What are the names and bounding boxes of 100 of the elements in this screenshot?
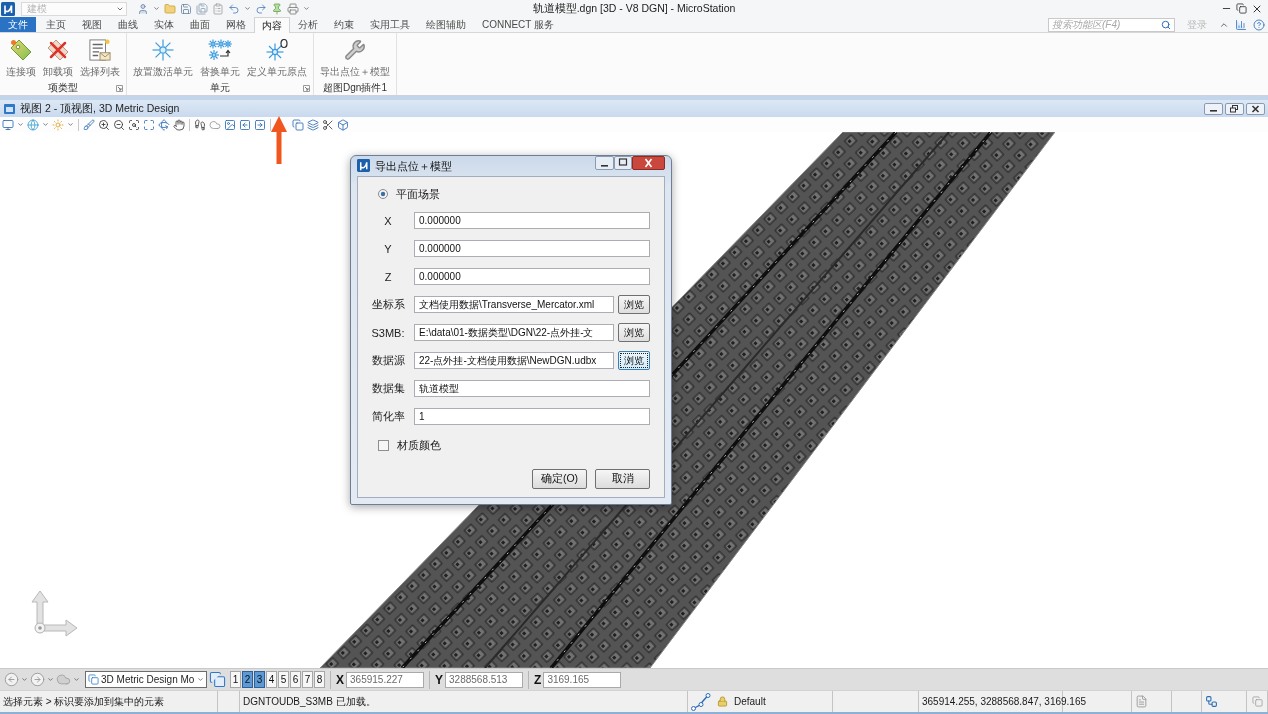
clipboard-icon[interactable] — [212, 2, 224, 15]
forward-icon[interactable] — [30, 672, 45, 687]
caret-icon[interactable] — [42, 121, 49, 128]
dialog-launcher-icon[interactable] — [303, 84, 310, 92]
view-number-button[interactable]: 4 — [266, 671, 277, 688]
windows-icon[interactable] — [209, 671, 226, 688]
rotate-icon[interactable] — [158, 118, 170, 131]
ribbon-tab[interactable]: 曲线 — [110, 17, 146, 32]
ribbon-tab[interactable]: 分析 — [290, 17, 326, 32]
copy-icon[interactable] — [1252, 696, 1263, 707]
ribbon-tab[interactable]: 实用工具 — [362, 17, 418, 32]
ribbon-tab[interactable]: 实体 — [146, 17, 182, 32]
redo-icon[interactable] — [255, 2, 267, 15]
text-field[interactable]: E:\data\01-数据类型\DGN\22-点外挂-文 — [414, 324, 614, 341]
ribbon-button[interactable]: 定义单元原点 — [244, 37, 310, 81]
arrow-left-icon[interactable] — [239, 118, 251, 131]
caret-icon[interactable] — [17, 121, 24, 128]
ribbon-button[interactable]: 卸载项 — [40, 37, 76, 81]
caret-icon[interactable] — [303, 5, 310, 12]
ribbon-button[interactable]: 选择列表 — [77, 37, 123, 81]
layers-icon[interactable] — [307, 118, 319, 131]
hand-icon[interactable] — [173, 118, 185, 131]
ribbon-tab[interactable]: CONNECT 服务 — [474, 17, 563, 32]
maximize-icon[interactable] — [614, 156, 632, 170]
text-field[interactable]: 轨道模型 — [414, 380, 650, 397]
ribbon-tab[interactable]: 网格 — [218, 17, 254, 32]
text-field[interactable]: 1 — [414, 408, 650, 425]
ribbon-button[interactable]: 替换单元 — [197, 37, 243, 81]
image-icon[interactable] — [224, 118, 236, 131]
ribbon-tab[interactable]: 约束 — [326, 17, 362, 32]
checkbox[interactable] — [378, 439, 389, 451]
monitor-icon[interactable] — [2, 118, 14, 131]
view-number-button[interactable]: 2 — [242, 671, 253, 688]
save-all-icon[interactable] — [196, 2, 208, 15]
browse-button[interactable]: 浏览 — [618, 323, 650, 342]
view-number-button[interactable]: 7 — [302, 671, 313, 688]
ribbon-tab[interactable]: 绘图辅助 — [418, 17, 474, 32]
model-dropdown[interactable]: 3D Metric Design Mo — [85, 671, 207, 688]
browse-button[interactable]: 浏览 — [618, 295, 650, 314]
text-field[interactable]: 0.000000 — [414, 212, 650, 229]
view-number-button[interactable]: 5 — [278, 671, 289, 688]
search-field[interactable]: 搜索功能区(F4) — [1048, 17, 1175, 32]
radio-button[interactable] — [378, 189, 388, 199]
globe-icon[interactable] — [27, 118, 39, 131]
view-number-button[interactable]: 3 — [254, 671, 265, 688]
document-icon[interactable] — [1135, 695, 1148, 708]
view-number-button[interactable]: 1 — [230, 671, 241, 688]
caret-icon[interactable] — [244, 5, 251, 12]
ribbon-tab[interactable]: 曲面 — [182, 17, 218, 32]
restore-icon[interactable] — [1225, 102, 1244, 115]
folder-icon[interactable] — [164, 2, 176, 15]
minimize-icon[interactable] — [1204, 102, 1223, 115]
ribbon-button[interactable]: 导出点位＋模型 — [317, 37, 393, 81]
cloud-icon[interactable] — [56, 672, 71, 687]
caret-icon[interactable] — [67, 121, 74, 128]
text-field[interactable]: 0.000000 — [414, 268, 650, 285]
caret-icon[interactable] — [153, 5, 160, 12]
printer-icon[interactable] — [287, 2, 299, 15]
dialog-button[interactable]: 确定(O) — [532, 469, 587, 489]
sun-icon[interactable] — [52, 118, 64, 131]
footprints-icon[interactable] — [194, 118, 206, 131]
user-icon[interactable] — [137, 2, 149, 15]
coordinate-field[interactable]: 3288568.513 — [445, 671, 524, 688]
ribbon-tab[interactable]: 内容 — [254, 17, 290, 33]
coordinate-field[interactable]: 3169.165 — [543, 671, 622, 688]
caret-icon[interactable] — [197, 676, 204, 683]
scan-search-icon[interactable] — [128, 118, 140, 131]
polyline-icon[interactable] — [691, 692, 711, 711]
ribbon-button[interactable]: 连接项 — [3, 37, 39, 81]
undo-icon[interactable] — [228, 2, 240, 15]
ribbon-button[interactable]: 放置激活单元 — [130, 37, 196, 81]
view-number-button[interactable]: 6 — [290, 671, 301, 688]
pin-icon[interactable] — [271, 2, 283, 15]
caret-icon[interactable] — [21, 676, 28, 683]
lock-icon[interactable] — [717, 696, 728, 707]
save-icon[interactable] — [180, 2, 192, 15]
close-icon[interactable] — [1246, 102, 1265, 115]
dialog-launcher-icon[interactable] — [116, 84, 123, 92]
zoom-in-icon[interactable] — [98, 118, 110, 131]
browse-button[interactable]: 浏览 — [618, 351, 650, 370]
box-icon[interactable] — [337, 118, 349, 131]
text-field[interactable]: 0.000000 — [414, 240, 650, 257]
zoom-out-icon[interactable] — [113, 118, 125, 131]
active-level[interactable]: Default — [734, 696, 766, 707]
ribbon-tab[interactable]: 视图 — [74, 17, 110, 32]
ribbon-tab[interactable]: 主页 — [38, 17, 74, 32]
minimize-icon[interactable] — [595, 156, 614, 170]
caret-icon[interactable] — [73, 676, 80, 683]
dialog-button[interactable]: 取消 — [595, 469, 650, 489]
close-icon[interactable] — [632, 156, 665, 170]
arrow-right-icon[interactable] — [254, 118, 266, 131]
workflow-icon[interactable] — [1205, 695, 1218, 708]
back-icon[interactable] — [4, 672, 19, 687]
view-number-button[interactable]: 8 — [314, 671, 325, 688]
caret-icon[interactable] — [47, 676, 54, 683]
search-icon[interactable] — [1161, 19, 1171, 30]
text-field[interactable]: 文档使用数据\Transverse_Mercator.xml — [414, 296, 614, 313]
copy-icon[interactable] — [292, 118, 304, 131]
scissors-icon[interactable] — [322, 118, 334, 131]
coordinate-field[interactable]: 365915.227 — [346, 671, 424, 688]
